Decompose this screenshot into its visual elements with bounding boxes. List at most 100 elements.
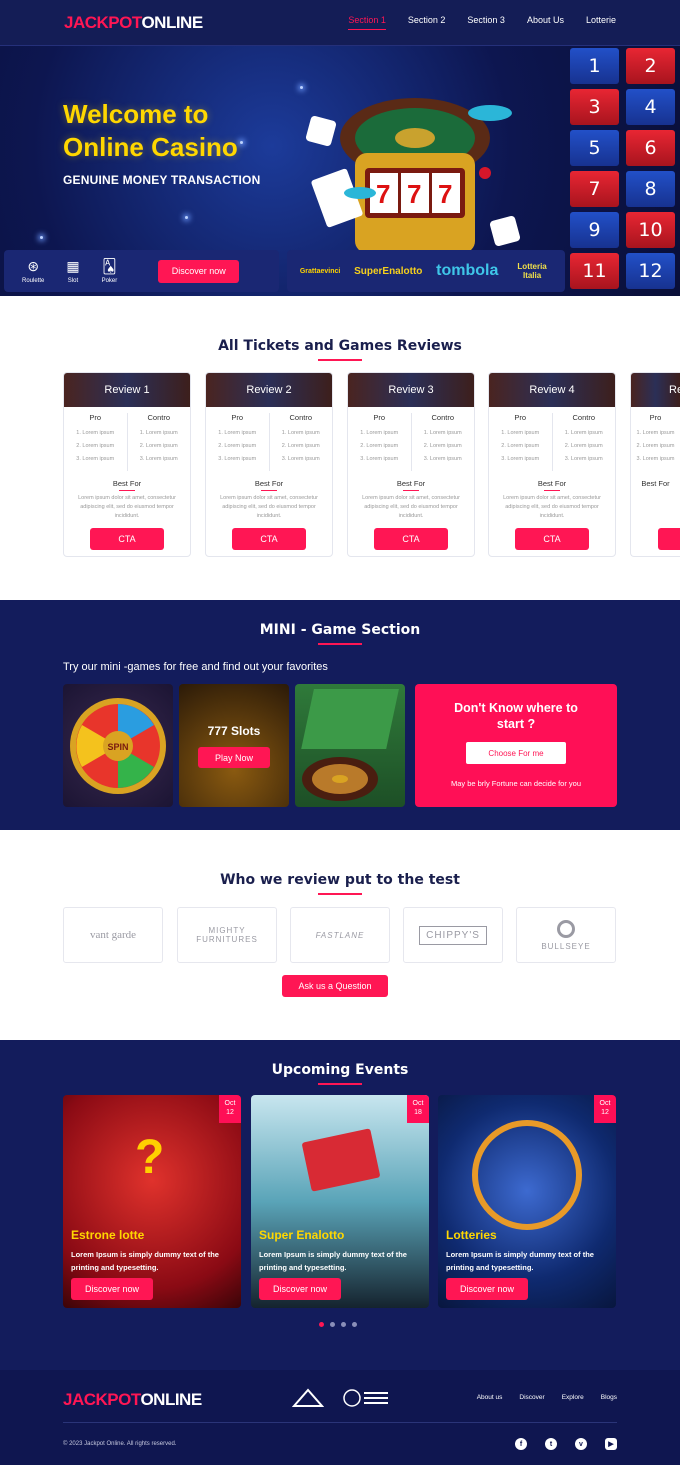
cta-button[interactable]: CTA [232, 528, 306, 550]
review-card: Review 2 Pro 1. Lorem ipsum 2. Lorem ipsum… [205, 372, 333, 557]
question-icon: ? [135, 1131, 165, 1184]
site-header: JACKPOTONLINE Section 1 Section 2 Sectio… [0, 0, 680, 46]
logo[interactable]: JACKPOTONLINE [64, 13, 203, 33]
number-tile[interactable]: 5 [570, 130, 619, 166]
carousel-dots [319, 1322, 357, 1327]
svg-text:7: 7 [407, 179, 421, 209]
svg-text:7: 7 [438, 179, 452, 209]
partner-logo-mighty-furnitures: MIGHTY FURNITURES [177, 907, 277, 963]
roulette-table-icon [301, 689, 399, 801]
cta-button[interactable] [658, 528, 680, 550]
twitter-icon[interactable]: t [545, 1438, 557, 1450]
event-card[interactable]: ? Oct 12 Estrone lotte Lorem Ipsum is sim… [63, 1095, 241, 1308]
number-tile[interactable]: 11 [570, 253, 619, 289]
review-card-header: Review 5 [631, 373, 680, 407]
brand-lotteria-italia[interactable]: Lotteria Italia [512, 262, 552, 280]
ask-question-button[interactable]: Ask us a Question [282, 975, 388, 997]
number-tile[interactable]: 10 [626, 212, 675, 248]
copyright: © 2023 Jackpot Online. All rights reserv… [63, 1441, 177, 1447]
nav-section-2[interactable]: Section 2 [408, 15, 446, 30]
lottery-brands-bar: Grattaevinci SuperEnalotto tombola Lotte… [287, 250, 565, 292]
main-nav: Section 1 Section 2 Section 3 About Us L… [348, 15, 616, 30]
hero-banner: Welcome to Online Casino GENUINE MONEY TR… [0, 46, 680, 296]
review-card-header: Review 2 [206, 373, 332, 407]
number-tile[interactable]: 9 [570, 212, 619, 248]
cta-button[interactable]: CTA [90, 528, 164, 550]
game-roulette[interactable]: ⊛ Roulette [22, 258, 44, 284]
partner-logo-fastlane: FASTLANE [290, 907, 390, 963]
footer-link-about[interactable]: About us [477, 1394, 503, 1401]
mini-game-section: MINI - Game Section Try our mini -games … [0, 600, 680, 830]
footer-link-explore[interactable]: Explore [562, 1394, 584, 1401]
hero-title: Welcome to Online Casino [63, 99, 238, 162]
footer-nav: About us Discover Explore Blogs [477, 1394, 617, 1401]
choose-for-me-box: Don't Know where to start ? Choose For m… [415, 684, 617, 807]
cards-icon: 🂡 [102, 258, 117, 274]
slots-game-card[interactable]: 777 Slots Play Now [179, 684, 289, 807]
cta-button[interactable]: CTA [374, 528, 448, 550]
roulette-number-grid: 1 2 3 4 5 6 7 8 9 10 11 12 [570, 48, 675, 289]
play-now-button[interactable]: Play Now [198, 747, 270, 768]
carousel-dot[interactable] [341, 1322, 346, 1327]
review-card: Review 1 Pro 1. Lorem ipsum 2. Lorem ipsum… [63, 372, 191, 557]
discover-now-button[interactable]: Discover now [71, 1278, 153, 1300]
game-poker[interactable]: 🂡 Poker [102, 258, 118, 284]
youtube-icon[interactable]: ▶ [605, 1438, 617, 1450]
number-tile[interactable]: 2 [626, 48, 675, 84]
slot-icon: ▦ [66, 258, 80, 274]
number-tile[interactable]: 1 [570, 48, 619, 84]
discover-now-button[interactable]: Discover now [158, 259, 240, 283]
mini-title: MINI - Game Section [0, 622, 680, 645]
review-card: Review 4 Pro 1. Lorem ipsum 2. Lorem ipsum… [488, 372, 616, 557]
footer-logo[interactable]: JACKPOTONLINE [63, 1390, 202, 1410]
event-date: Oct 12 [594, 1095, 616, 1123]
fortune-wheel-icon: SPIN [70, 698, 166, 794]
adm-emblem-icon [292, 1388, 324, 1407]
review-card-header: Review 1 [64, 373, 190, 407]
nav-section-1[interactable]: Section 1 [348, 15, 386, 30]
carousel-dot[interactable] [330, 1322, 335, 1327]
review-card-header: Review 4 [489, 373, 615, 407]
game-slot[interactable]: ▦ Slot [66, 258, 79, 284]
social-links: f t v ▶ [515, 1438, 617, 1450]
nav-lotterie[interactable]: Lotterie [586, 15, 616, 30]
lottery-ticket-icon [301, 1128, 381, 1192]
number-tile[interactable]: 3 [570, 89, 619, 125]
event-card[interactable]: Oct 12 Lotteries Lorem Ipsum is simply du… [438, 1095, 616, 1308]
number-tile[interactable]: 8 [626, 171, 675, 207]
footer-link-blogs[interactable]: Blogs [601, 1394, 617, 1401]
number-tile[interactable]: 12 [626, 253, 675, 289]
nav-section-3[interactable]: Section 3 [467, 15, 505, 30]
cta-button[interactable]: CTA [515, 528, 589, 550]
brand-grattaevinci[interactable]: Grattaevinci [300, 268, 340, 275]
brand-tombola[interactable]: tombola [436, 262, 498, 280]
roulette-game-card[interactable] [295, 684, 405, 807]
carousel-dot[interactable] [319, 1322, 324, 1327]
reviews-title: All Tickets and Games Reviews [0, 338, 680, 361]
footer-divider [63, 1422, 617, 1423]
game-categories-bar: ⊛ Roulette ▦ Slot 🂡 Poker Discover now [4, 250, 279, 292]
slot-ring-icon [472, 1120, 582, 1230]
wheel-game-card[interactable]: SPIN [63, 684, 173, 807]
roulette-icon: ⊛ [27, 258, 40, 274]
number-tile[interactable]: 7 [570, 171, 619, 207]
events-title: Upcoming Events [0, 1062, 680, 1085]
svg-text:SPIN: SPIN [107, 742, 128, 752]
event-card[interactable]: Oct 18 Super Enalotto Lorem Ipsum is simp… [251, 1095, 429, 1308]
partner-logo-vantgarde: vant garde [63, 907, 163, 963]
number-tile[interactable]: 4 [626, 89, 675, 125]
site-footer: JACKPOTONLINE About us Discover Explore … [0, 1370, 680, 1465]
discover-now-button[interactable]: Discover now [446, 1278, 528, 1300]
footer-link-discover[interactable]: Discover [519, 1394, 544, 1401]
vimeo-icon[interactable]: v [575, 1438, 587, 1450]
carousel-dot[interactable] [352, 1322, 357, 1327]
brand-superenalotto[interactable]: SuperEnalotto [354, 266, 422, 277]
choose-for-me-button[interactable]: Choose For me [466, 742, 566, 764]
partners-title: Who we review put to the test [0, 872, 680, 895]
discover-now-button[interactable]: Discover now [259, 1278, 341, 1300]
hero-subtitle: GENUINE MONEY TRANSACTION [63, 173, 261, 187]
nav-about-us[interactable]: About Us [527, 15, 564, 30]
event-date: Oct 18 [407, 1095, 429, 1123]
number-tile[interactable]: 6 [626, 130, 675, 166]
facebook-icon[interactable]: f [515, 1438, 527, 1450]
